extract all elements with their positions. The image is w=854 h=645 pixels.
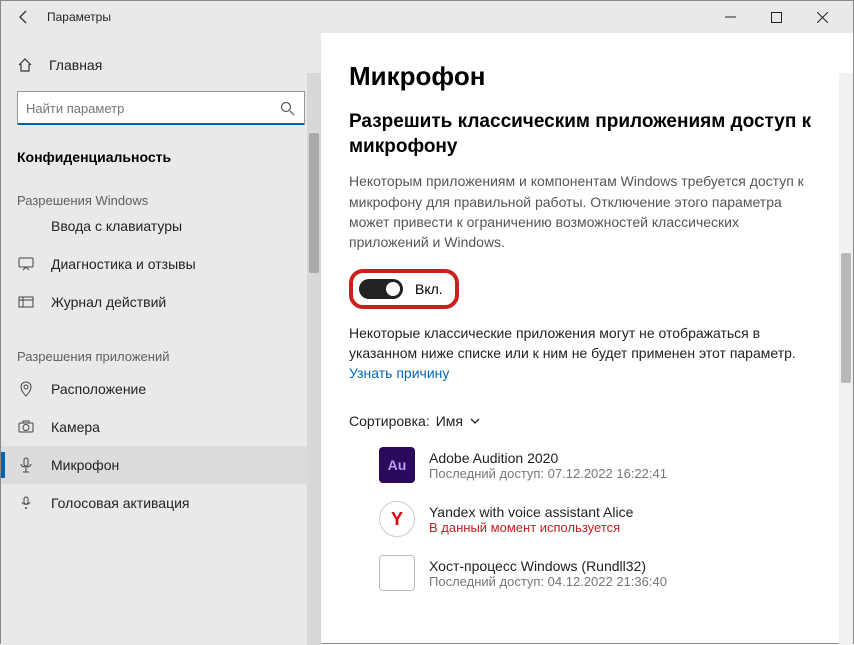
chevron-down-icon — [469, 415, 481, 427]
sidebar-item-label: Голосовая активация — [51, 495, 190, 511]
sidebar-item-location[interactable]: Расположение — [1, 370, 321, 408]
section-note: Некоторые классические приложения могут … — [349, 323, 809, 384]
app-row-audition: Au Adobe Audition 2020 Последний доступ:… — [379, 447, 825, 483]
app-last-access: Последний доступ: 07.12.2022 16:22:41 — [429, 466, 667, 481]
sidebar-section-apps: Разрешения приложений — [1, 339, 321, 370]
app-icon-audition: Au — [379, 447, 415, 483]
sidebar-item-diagnostics[interactable]: Диагностика и отзывы — [1, 245, 321, 283]
sidebar-item-label: Диагностика и отзывы — [51, 256, 196, 272]
app-name: Yandex with voice assistant Alice — [429, 504, 633, 520]
voice-icon — [17, 495, 35, 511]
search-box[interactable] — [17, 91, 305, 125]
microphone-icon — [17, 457, 35, 473]
sidebar-home-label: Главная — [49, 57, 102, 73]
home-icon — [17, 57, 35, 73]
sidebar: Главная Конфиденциальность Разрешения Wi… — [1, 33, 321, 645]
sidebar-item-voice-activation[interactable]: Голосовая активация — [1, 484, 321, 522]
feedback-icon — [17, 256, 35, 272]
toggle-state-label: Вкл. — [415, 281, 443, 297]
sidebar-item-camera[interactable]: Камера — [1, 408, 321, 446]
section-description: Некоторым приложениям и компонентам Wind… — [349, 171, 809, 252]
sidebar-item-keyboard-input[interactable]: Ввода с клавиатуры — [1, 214, 321, 245]
app-icon-yandex: Y — [379, 501, 415, 537]
section-heading: Разрешить классическим приложениям досту… — [349, 110, 825, 159]
app-icon-generic — [379, 555, 415, 591]
back-button[interactable] — [9, 2, 39, 32]
main-panel: Микрофон Разрешить классическим приложен… — [321, 33, 853, 645]
sidebar-item-activity-history[interactable]: Журнал действий — [1, 283, 321, 321]
learn-why-link[interactable]: Узнать причину — [349, 365, 449, 381]
sidebar-item-label: Камера — [51, 419, 100, 435]
sidebar-header: Конфиденциальность — [1, 143, 321, 183]
sort-row[interactable]: Сортировка: Имя — [349, 413, 825, 429]
search-icon — [270, 101, 304, 116]
page-title: Микрофон — [349, 61, 825, 92]
sort-label: Сортировка: — [349, 413, 430, 429]
titlebar: Параметры — [1, 1, 853, 33]
toggle-highlight: Вкл. — [349, 269, 459, 309]
window-title: Параметры — [47, 10, 111, 24]
scrollbar-thumb[interactable] — [841, 253, 851, 383]
sidebar-item-label: Микрофон — [51, 457, 119, 473]
main-scrollbar[interactable] — [839, 73, 853, 645]
minimize-button[interactable] — [707, 1, 753, 33]
sidebar-section-windows: Разрешения Windows — [1, 183, 321, 214]
classic-apps-toggle[interactable] — [359, 279, 403, 299]
sidebar-home[interactable]: Главная — [1, 49, 321, 81]
sidebar-scrollbar[interactable] — [307, 73, 321, 645]
history-icon — [17, 294, 35, 310]
sidebar-item-label: Журнал действий — [51, 294, 166, 310]
sidebar-item-label: Расположение — [51, 381, 146, 397]
app-row-yandex: Y Yandex with voice assistant Alice В да… — [379, 501, 825, 537]
close-button[interactable] — [799, 1, 845, 33]
location-icon — [17, 381, 35, 397]
search-input[interactable] — [18, 101, 270, 116]
sidebar-item-label: Ввода с клавиатуры — [51, 218, 182, 234]
app-in-use: В данный момент используется — [429, 520, 633, 535]
app-last-access: Последний доступ: 04.12.2022 21:36:40 — [429, 574, 667, 589]
app-name: Adobe Audition 2020 — [429, 450, 667, 466]
app-row-rundll: Хост-процесс Windows (Rundll32) Последни… — [379, 555, 825, 591]
sort-value: Имя — [436, 413, 463, 429]
maximize-button[interactable] — [753, 1, 799, 33]
sidebar-item-microphone[interactable]: Микрофон — [1, 446, 321, 484]
app-name: Хост-процесс Windows (Rundll32) — [429, 558, 667, 574]
camera-icon — [17, 419, 35, 435]
scrollbar-thumb[interactable] — [309, 133, 319, 273]
